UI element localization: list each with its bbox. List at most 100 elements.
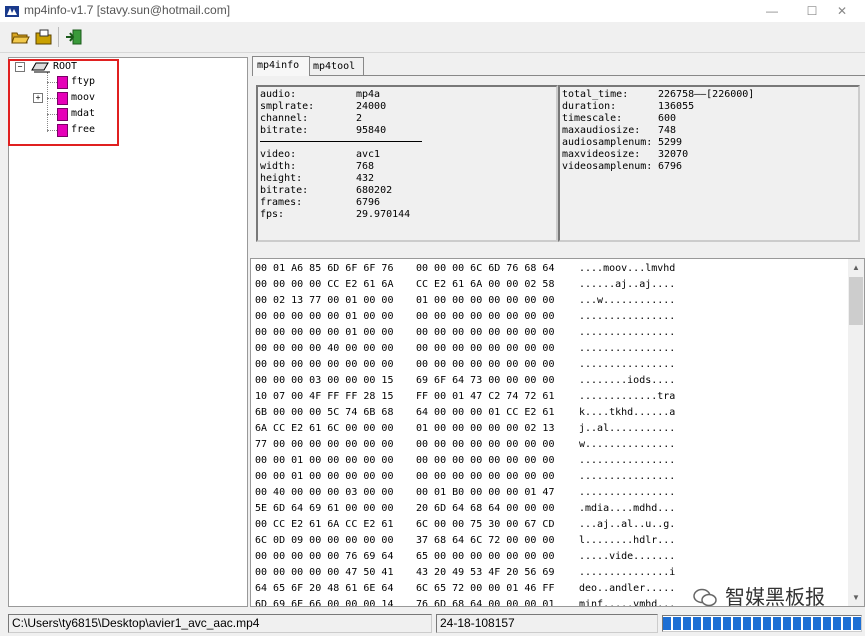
hex-ascii: ........iods.... — [579, 375, 676, 386]
scroll-up-icon[interactable]: ▲ — [848, 259, 864, 276]
file-icon — [57, 76, 68, 89]
watermark-text: 智媒黑板报 — [725, 587, 825, 609]
hex-bytes-right: 01 00 00 00 00 00 02 13 — [416, 423, 555, 434]
hex-bytes-right: 00 00 00 00 00 00 00 00 — [416, 343, 555, 354]
hex-bytes-right: 00 00 00 00 00 00 00 00 — [416, 359, 555, 370]
hex-bytes-right: 00 00 00 00 00 00 00 00 — [416, 455, 555, 466]
maximize-icon: ☐ — [806, 4, 818, 18]
hex-ascii: ...aj..al..u..g. — [579, 519, 676, 530]
hex-bytes-left: 77 00 00 00 00 00 00 00 — [255, 439, 394, 450]
hex-bytes-left: 6A CC E2 61 6C 00 00 00 — [255, 423, 394, 434]
section-divider — [260, 141, 422, 142]
file-icon — [57, 108, 68, 121]
hex-bytes-right: 69 6F 64 73 00 00 00 00 — [416, 375, 555, 386]
summary-panel: total_time: 226758——[226000] duration: 136… — [558, 85, 860, 242]
hex-bytes-left: 00 00 00 00 00 47 50 41 — [255, 567, 394, 578]
progress-fill — [663, 617, 861, 630]
hex-bytes-right: 37 68 64 6C 72 00 00 00 — [416, 535, 555, 546]
hex-ascii: ................ — [579, 455, 676, 466]
file-icon — [57, 124, 68, 137]
hex-bytes-right: 00 01 B0 00 00 00 01 47 — [416, 487, 555, 498]
hex-bytes-right: 64 00 00 00 01 CC E2 61 — [416, 407, 555, 418]
hex-ascii: ................ — [579, 359, 676, 370]
app-icon — [5, 6, 19, 17]
hex-bytes-left: 6D 69 6E 66 00 00 00 14 — [255, 599, 394, 607]
hex-bytes-right: 00 00 00 00 00 00 00 00 — [416, 311, 555, 322]
hex-bytes-left: 00 02 13 77 00 01 00 00 — [255, 295, 394, 306]
expand-icon[interactable]: + — [33, 93, 43, 103]
tab-mp4info[interactable]: mp4info — [252, 56, 310, 76]
hex-bytes-right: 76 6D 68 64 00 00 00 01 — [416, 599, 555, 607]
hex-bytes-left: 00 00 00 00 00 01 00 00 — [255, 311, 394, 322]
hex-ascii: ................ — [579, 311, 676, 322]
hex-ascii: ......aj..aj.... — [579, 279, 676, 290]
tab-mp4tool[interactable]: mp4tool — [308, 57, 364, 76]
hex-ascii: l........hdlr... — [579, 535, 676, 546]
hex-view[interactable]: 00 01 A6 85 6D 6F 6F 76 00 00 00 6C 6D 76… — [250, 258, 865, 607]
tree-node-label: ROOT — [53, 61, 78, 72]
hex-ascii: deo..andler..... — [579, 583, 676, 594]
tree-node-label: ftyp — [71, 76, 96, 87]
hex-bytes-left: 6B 00 00 00 5C 74 6B 68 — [255, 407, 394, 418]
hex-ascii: ................ — [579, 343, 676, 354]
media-info-panel: audio: mp4a smplrate: 24000 channel: 2 bitr… — [256, 85, 558, 242]
hex-ascii: .mdia....mdhd... — [579, 503, 676, 514]
hex-bytes-right: 65 00 00 00 00 00 00 00 — [416, 551, 555, 562]
collapse-icon[interactable]: − — [15, 62, 25, 72]
close-button[interactable]: ✕ — [819, 0, 865, 22]
progress-bar — [662, 615, 862, 632]
hex-ascii: .....vide....... — [579, 551, 676, 562]
hex-bytes-left: 00 40 00 00 00 03 00 00 — [255, 487, 394, 498]
hex-ascii: .............tra — [579, 391, 676, 402]
hex-bytes-right: 20 6D 64 68 64 00 00 00 — [416, 503, 555, 514]
status-info: 24-18-108157 — [436, 614, 658, 633]
hex-bytes-left: 00 00 01 00 00 00 00 00 — [255, 471, 394, 482]
scroll-down-icon[interactable]: ▼ — [848, 589, 864, 606]
close-icon: ✕ — [836, 4, 848, 18]
tree-line — [47, 72, 48, 132]
hex-ascii: minf.....vmhd... — [579, 599, 676, 607]
hex-bytes-left: 00 01 A6 85 6D 6F 6F 76 — [255, 263, 394, 274]
hex-scrollbar[interactable]: ▲ ▼ — [848, 259, 864, 606]
title-bar: mp4info-v1.7 [stavy.sun@hotmail.com] — ☐… — [0, 0, 865, 22]
exit-icon[interactable] — [64, 27, 84, 47]
hex-bytes-left: 5E 6D 64 69 61 00 00 00 — [255, 503, 394, 514]
hex-bytes-right: 00 00 00 00 00 00 00 00 — [416, 439, 555, 450]
hex-bytes-left: 00 00 00 00 00 00 00 00 — [255, 359, 394, 370]
hex-bytes-right: 00 00 00 00 00 00 00 00 — [416, 471, 555, 482]
hex-bytes-left: 00 00 00 00 40 00 00 00 — [255, 343, 394, 354]
hex-bytes-right: FF 00 01 47 C2 74 72 61 — [416, 391, 555, 402]
scroll-thumb[interactable] — [849, 277, 863, 325]
hex-bytes-left: 64 65 6F 20 48 61 6E 64 — [255, 583, 394, 594]
save-folder-icon[interactable] — [34, 27, 54, 47]
atom-tree[interactable]: − ROOT ftyp + moov mdat free — [8, 57, 248, 607]
hex-bytes-left: 00 00 00 03 00 00 00 15 — [255, 375, 394, 386]
toolbar-separator — [58, 27, 59, 47]
hex-ascii: ................ — [579, 471, 676, 482]
hex-bytes-right: CC E2 61 6A 00 00 02 58 — [416, 279, 555, 290]
status-file-path: C:\Users\ty6815\Desktop\avier1_avc_aac.m… — [8, 614, 432, 633]
window-title: mp4info-v1.7 [stavy.sun@hotmail.com] — [24, 3, 231, 17]
root-icon — [31, 62, 50, 73]
status-bar: C:\Users\ty6815\Desktop\avier1_avc_aac.m… — [0, 612, 865, 636]
hex-bytes-left: 00 00 00 00 00 76 69 64 — [255, 551, 394, 562]
wechat-icon — [693, 588, 717, 607]
open-folder-icon[interactable] — [10, 27, 30, 47]
hex-ascii: k....tkhd......a — [579, 407, 676, 418]
hex-ascii: ................ — [579, 327, 676, 338]
hex-bytes-right: 43 20 49 53 4F 20 56 69 — [416, 567, 555, 578]
hex-bytes-right: 00 00 00 6C 6D 76 68 64 — [416, 263, 555, 274]
hex-bytes-left: 00 00 00 00 00 01 00 00 — [255, 327, 394, 338]
hex-bytes-left: 00 00 00 00 CC E2 61 6A — [255, 279, 394, 290]
hex-bytes-left: 10 07 00 4F FF FF 28 15 — [255, 391, 394, 402]
tree-node-label: mdat — [71, 108, 96, 119]
hex-bytes-left: 00 00 01 00 00 00 00 00 — [255, 455, 394, 466]
tab-underline — [252, 75, 865, 76]
hex-ascii: ................ — [579, 487, 676, 498]
tree-node-label: moov — [71, 92, 96, 103]
hex-ascii: w............... — [579, 439, 676, 450]
hex-ascii: ...............i — [579, 567, 676, 578]
hex-ascii: ...w............ — [579, 295, 676, 306]
hex-bytes-right: 6C 00 00 75 30 00 67 CD — [416, 519, 555, 530]
tree-node-label: free — [71, 124, 96, 135]
